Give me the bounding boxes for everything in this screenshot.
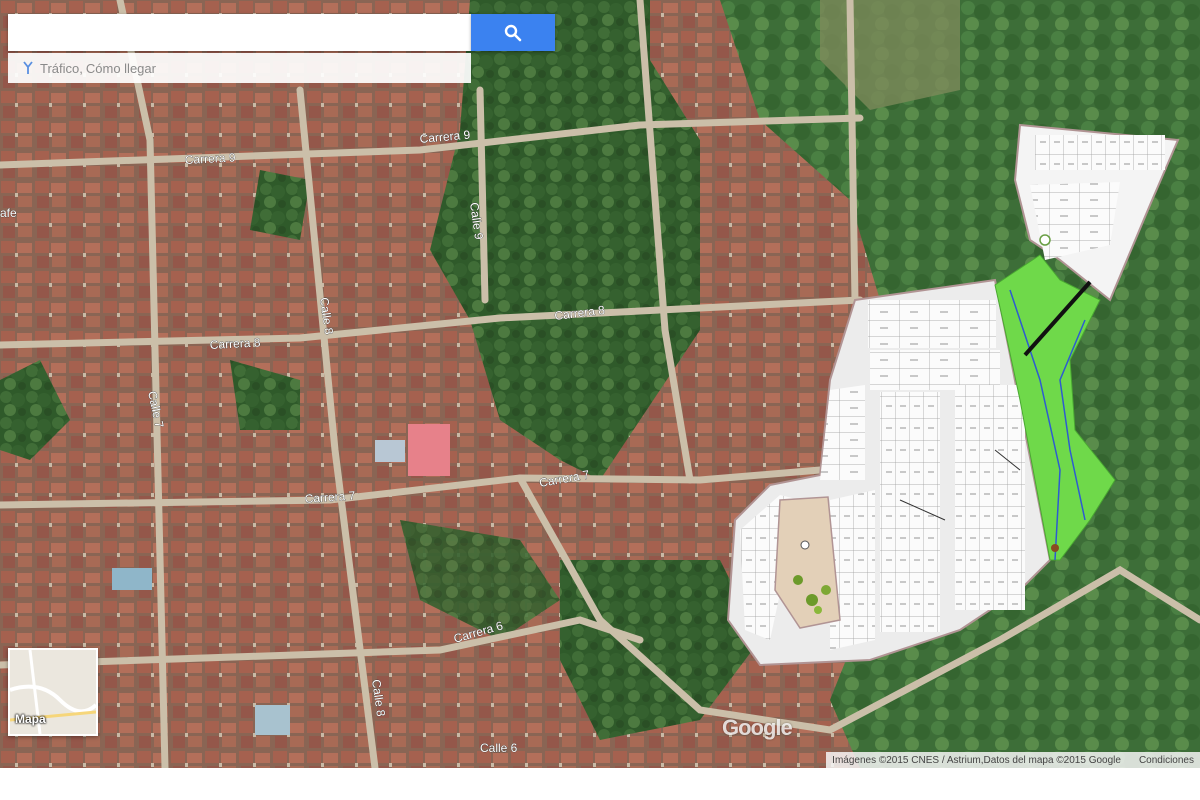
map-footer: Imágenes ©2015 CNES / Astrium,Datos del … bbox=[826, 752, 1200, 768]
satellite-imagery: Carrera 9 Carrera 9 Calle 9 Carrera 8 Ca… bbox=[0, 0, 1200, 768]
minimap-label: Mapa bbox=[15, 712, 46, 726]
attribution-text: Imágenes ©2015 CNES / Astrium,Datos del … bbox=[832, 754, 1121, 766]
search-subbar: Tráfico , Cómo llegar bbox=[8, 53, 471, 83]
street-label: Calle 6 bbox=[480, 741, 518, 755]
satellite-map[interactable]: Carrera 9 Carrera 9 Calle 9 Carrera 8 Ca… bbox=[0, 0, 1200, 768]
search-input[interactable] bbox=[8, 14, 471, 51]
traffic-icon bbox=[23, 61, 33, 74]
map-view-toggle[interactable]: Mapa bbox=[8, 648, 98, 736]
street-label: afe bbox=[0, 206, 17, 220]
street-label: Carrera 9 bbox=[184, 150, 236, 167]
terms-link[interactable]: Condiciones bbox=[1139, 755, 1194, 766]
traffic-link[interactable]: Tráfico bbox=[40, 61, 79, 76]
separator: , bbox=[79, 60, 83, 76]
search-button[interactable] bbox=[471, 14, 555, 51]
directions-link[interactable]: Cómo llegar bbox=[86, 61, 156, 76]
google-logo: Google bbox=[722, 715, 793, 740]
search-icon bbox=[504, 24, 522, 41]
bottom-blank-area bbox=[0, 768, 1200, 800]
street-label: Carrera 8 bbox=[209, 335, 261, 352]
